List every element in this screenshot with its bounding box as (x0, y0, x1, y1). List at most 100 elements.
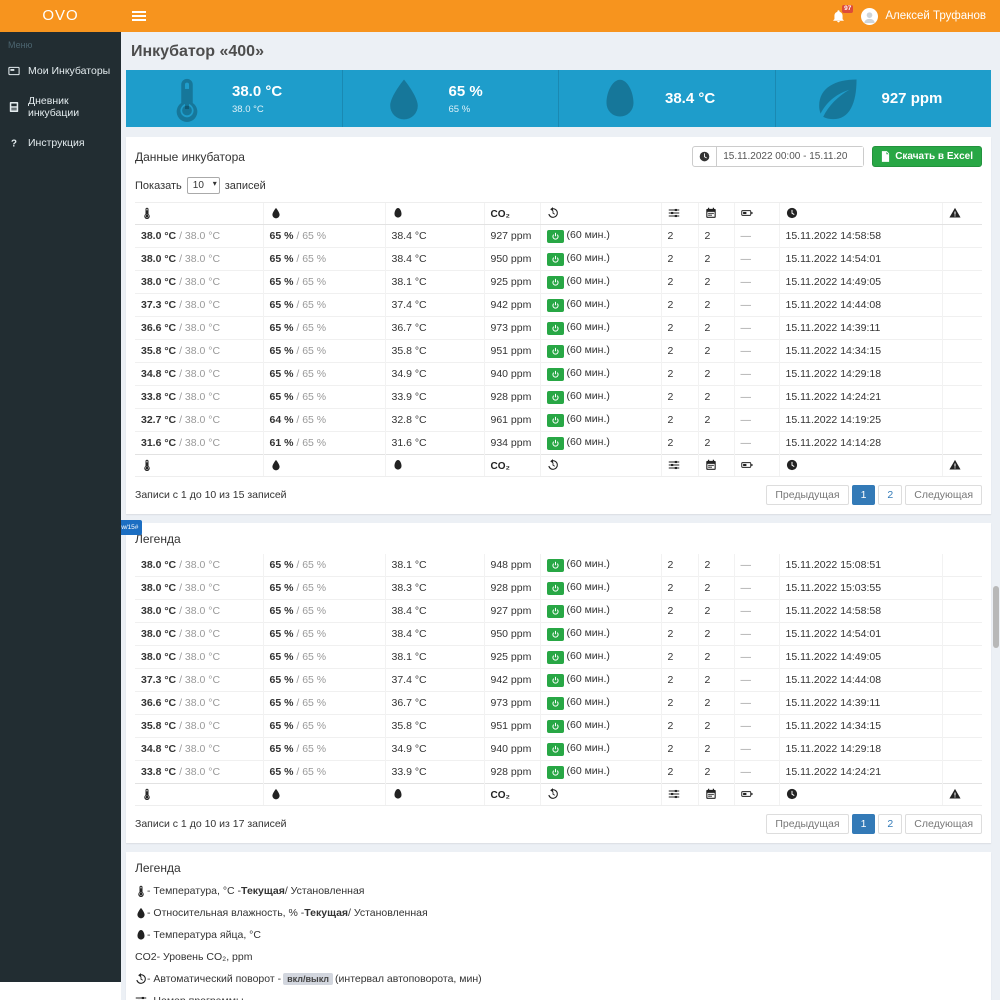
pagination-prev-button[interactable]: Предыдущая (766, 814, 848, 834)
turn-interval-text: (60 мин.) (567, 436, 610, 448)
col-egg-temperature-cell: 38.1 °C (385, 271, 484, 294)
main-content: Инкубатор «400» 38.0 °C38.0 °C65 %65 %38… (121, 32, 1000, 1000)
on-off-badge: вкл/выкл (283, 973, 333, 985)
legend-text: (интервал автоповорота, мин) (335, 973, 482, 985)
col-errors-cell (942, 669, 982, 692)
warning-icon (949, 459, 961, 471)
col-co2-header: CO₂ (484, 455, 540, 477)
col-datetime-cell: 15.11.2022 14:49:05 (779, 646, 942, 669)
legend-text: - Автоматический поворот - (147, 973, 281, 985)
turn-interval-text: (60 мин.) (567, 604, 610, 616)
pagination-next-button[interactable]: Следующая (905, 814, 982, 834)
calendar-icon (705, 207, 717, 219)
pagination: Предыдущая12Следующая (763, 814, 982, 834)
col-program-cell: 2 (661, 600, 698, 623)
col-battery-header (734, 784, 779, 806)
journal-icon (8, 101, 22, 113)
col-program-cell: 2 (661, 692, 698, 715)
col-temperature-cell: 38.0 °C / 38.0 °C (135, 600, 263, 623)
turn-on-badge (547, 368, 564, 381)
col-temperature-cell: 38.0 °C / 38.0 °C (135, 577, 263, 600)
col-co2-cell: 948 ppm (484, 554, 540, 577)
calendar-icon (705, 788, 717, 800)
col-humidity-cell: 65 % / 65 % (263, 317, 385, 340)
col-battery-header (734, 203, 779, 225)
col-egg-temperature-cell: 35.8 °C (385, 340, 484, 363)
date-range-input[interactable] (717, 147, 863, 166)
turn-interval-text: (60 мин.) (567, 252, 610, 264)
app-logo[interactable]: OVO (0, 0, 121, 32)
col-battery-cell: — (734, 386, 779, 409)
sidebar-toggle-button[interactable] (121, 0, 157, 32)
table-records-info: Записи с 1 до 10 из 15 записей (135, 489, 287, 501)
col-incubation-day-cell: 2 (698, 409, 734, 432)
col-egg-temperature-header (385, 784, 484, 806)
warning-icon (949, 788, 961, 800)
col-egg-temperature-cell: 34.9 °C (385, 738, 484, 761)
turn-interval-text: (60 мин.) (567, 558, 610, 570)
turn-icon (547, 788, 559, 800)
thermometer-icon (141, 207, 153, 219)
col-incubation-day-cell: 2 (698, 225, 734, 248)
table-row: 36.6 °C / 38.0 °C65 % / 65 %36.7 °C973 p… (135, 317, 982, 340)
pagination-page-2[interactable]: 2 (878, 814, 902, 834)
battery-icon (741, 207, 753, 219)
legend-text: / Установленная (348, 907, 428, 919)
col-program-header (661, 203, 698, 225)
pagination-page-1[interactable]: 1 (852, 814, 876, 834)
col-errors-cell (942, 294, 982, 317)
col-egg-temperature-cell: 33.9 °C (385, 761, 484, 784)
user-avatar[interactable] (861, 8, 878, 25)
page-size-select[interactable]: 10 (187, 177, 220, 194)
col-auto-turn-cell: (60 мин.) (540, 409, 661, 432)
pagination-prev-button[interactable]: Предыдущая (766, 485, 848, 505)
download-excel-button[interactable]: Скачать в Excel (872, 146, 982, 167)
sidebar-item-incubators[interactable]: Мои Инкубаторы (0, 56, 121, 86)
pagination: Предыдущая12Следующая (763, 485, 982, 505)
turn-interval-text: (60 мин.) (567, 229, 610, 241)
pagination-next-button[interactable]: Следующая (905, 485, 982, 505)
col-program-header (661, 455, 698, 477)
col-auto-turn-cell: (60 мин.) (540, 715, 661, 738)
col-humidity-cell: 65 % / 65 % (263, 363, 385, 386)
col-humidity-cell: 65 % / 65 % (263, 600, 385, 623)
col-egg-temperature-cell: 35.8 °C (385, 715, 484, 738)
notifications-button[interactable]: 97 (832, 10, 845, 23)
pagination-page-1[interactable]: 1 (852, 485, 876, 505)
sidebar-item-help[interactable]: ?Инструкция (0, 128, 121, 158)
user-menu[interactable]: Алексей Труфанов (885, 10, 986, 22)
col-battery-cell: — (734, 715, 779, 738)
col-datetime-cell: 15.11.2022 15:08:51 (779, 554, 942, 577)
col-auto-turn-cell: (60 мин.) (540, 623, 661, 646)
program-icon (135, 995, 147, 1000)
col-datetime-cell: 15.11.2022 14:19:25 (779, 409, 942, 432)
col-egg-temperature-cell: 33.9 °C (385, 386, 484, 409)
table-row: 38.0 °C / 38.0 °C65 % / 65 %38.1 °C925 p… (135, 646, 982, 669)
pagination-page-2[interactable]: 2 (878, 485, 902, 505)
turn-on-badge (547, 391, 564, 404)
table-row: 35.8 °C / 38.0 °C65 % / 65 %35.8 °C951 p… (135, 340, 982, 363)
table-row: 32.7 °C / 38.0 °C64 % / 65 %32.8 °C961 p… (135, 409, 982, 432)
legend-item: - Номер программы (135, 995, 982, 1000)
col-program-cell: 2 (661, 761, 698, 784)
legend-item: - Температура, °C - Текущая / Установлен… (135, 885, 982, 897)
legend-text: - Уровень CO₂, ppm (157, 951, 253, 963)
turn-interval-text: (60 мин.) (567, 413, 610, 425)
col-program-cell: 2 (661, 294, 698, 317)
col-battery-header (734, 455, 779, 477)
sidebar-item-label: Мои Инкубаторы (28, 65, 110, 77)
col-co2-cell: 925 ppm (484, 271, 540, 294)
col-program-cell: 2 (661, 386, 698, 409)
vertical-scrollbar-thumb[interactable] (993, 586, 999, 648)
col-temperature-cell: 38.0 °C / 38.0 °C (135, 623, 263, 646)
col-egg-temperature-header (385, 203, 484, 225)
col-auto-turn-cell: (60 мин.) (540, 432, 661, 455)
sidebar-item-journal[interactable]: Дневник инкубации (0, 86, 121, 128)
panel-title: Данные инкубатора (135, 150, 245, 164)
program-icon (668, 788, 680, 800)
turn-interval-text: (60 мин.) (567, 765, 610, 777)
turn-on-badge (547, 253, 564, 266)
table-icon-row: CO₂ (135, 203, 982, 225)
col-program-cell: 2 (661, 715, 698, 738)
table-row: 38.0 °C / 38.0 °C65 % / 65 %38.4 °C927 p… (135, 225, 982, 248)
